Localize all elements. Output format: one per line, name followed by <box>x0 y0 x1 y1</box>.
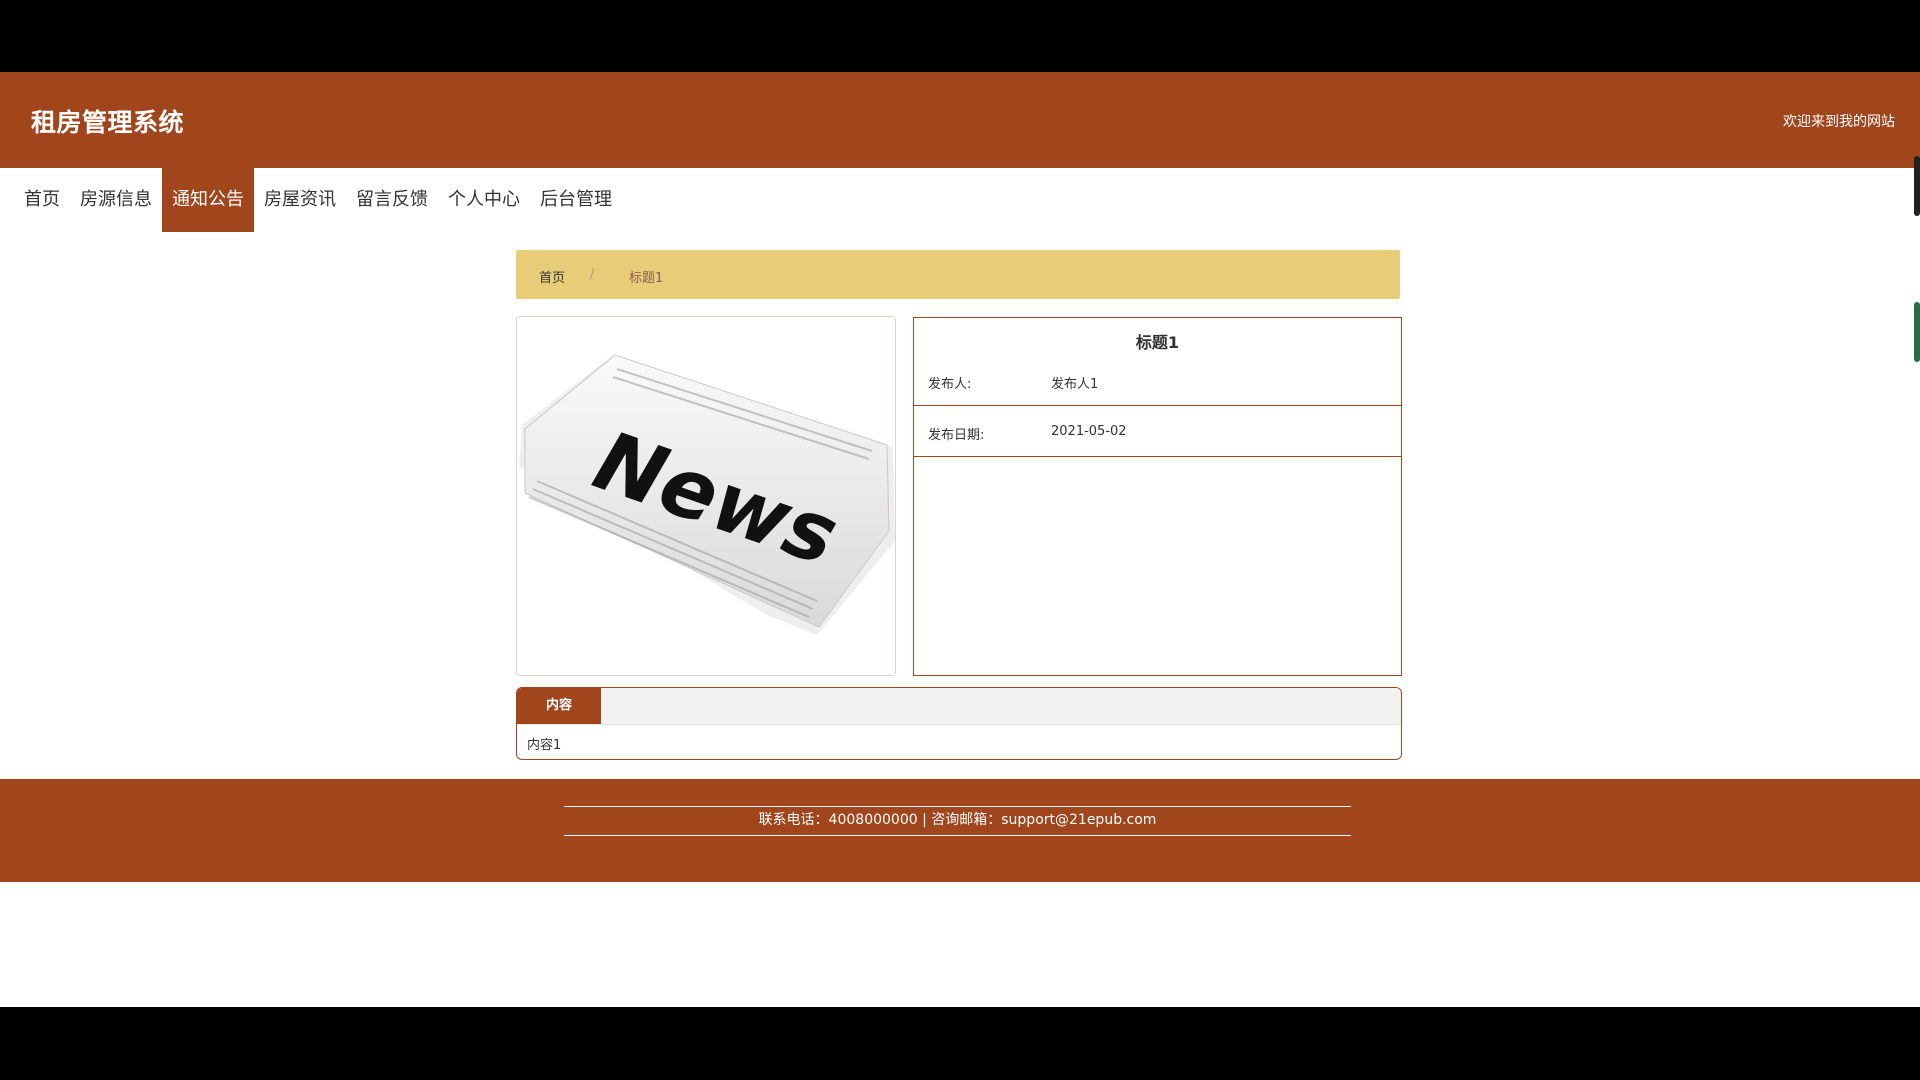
nav-profile[interactable]: 个人中心 <box>438 168 530 232</box>
nav-home[interactable]: 首页 <box>14 168 70 232</box>
date-value: 2021-05-02 <box>1051 424 1127 439</box>
breadcrumb-separator: / <box>590 267 595 282</box>
site-header: 租房管理系统 欢迎来到我的网站 <box>0 72 1920 168</box>
notice-image: News <box>516 316 896 676</box>
welcome-text: 欢迎来到我的网站 <box>1783 114 1895 130</box>
notice-detail-panel: 标题1 发布人: 发布人1 发布日期: 2021-05-02 <box>913 317 1402 676</box>
breadcrumb-current: 标题1 <box>629 271 664 286</box>
nav-admin[interactable]: 后台管理 <box>530 168 622 232</box>
site-footer: 联系电话：4008000000 | 咨询邮箱：support@21epub.co… <box>0 779 1920 882</box>
content-tabs: 内容 内容1 <box>516 687 1402 760</box>
notice-content-text: 内容1 <box>527 738 562 753</box>
date-label: 发布日期: <box>928 428 985 443</box>
publisher-label: 发布人: <box>928 377 972 392</box>
nav-feedback[interactable]: 留言反馈 <box>346 168 438 232</box>
date-row: 发布日期: 2021-05-02 <box>914 406 1401 457</box>
publisher-value: 发布人1 <box>1051 377 1099 392</box>
publisher-row: 发布人: 发布人1 <box>914 355 1401 406</box>
nav-news[interactable]: 房屋资讯 <box>254 168 346 232</box>
main-nav: 首页 房源信息 通知公告 房屋资讯 留言反馈 个人中心 后台管理 <box>14 168 622 232</box>
footer-contact: 联系电话：4008000000 | 咨询邮箱：support@21epub.co… <box>758 812 1157 828</box>
breadcrumb-home[interactable]: 首页 <box>539 267 565 286</box>
tab-content[interactable]: 内容 <box>517 688 601 724</box>
footer-bottom-divider <box>564 835 1351 836</box>
newspaper-image: News <box>519 354 895 635</box>
page: 租房管理系统 欢迎来到我的网站 首页 房源信息 通知公告 房屋资讯 留言反馈 个… <box>0 72 1920 1007</box>
nav-listings[interactable]: 房源信息 <box>70 168 162 232</box>
tab-header: 内容 <box>517 688 1401 725</box>
breadcrumb: 首页 / 标题1 <box>516 250 1400 299</box>
notice-title: 标题1 <box>1135 333 1180 352</box>
scroll-indicator[interactable] <box>1914 302 1920 362</box>
scrollbar-thumb[interactable] <box>1914 156 1920 216</box>
nav-notices[interactable]: 通知公告 <box>162 168 254 232</box>
site-title: 租房管理系统 <box>31 108 185 137</box>
